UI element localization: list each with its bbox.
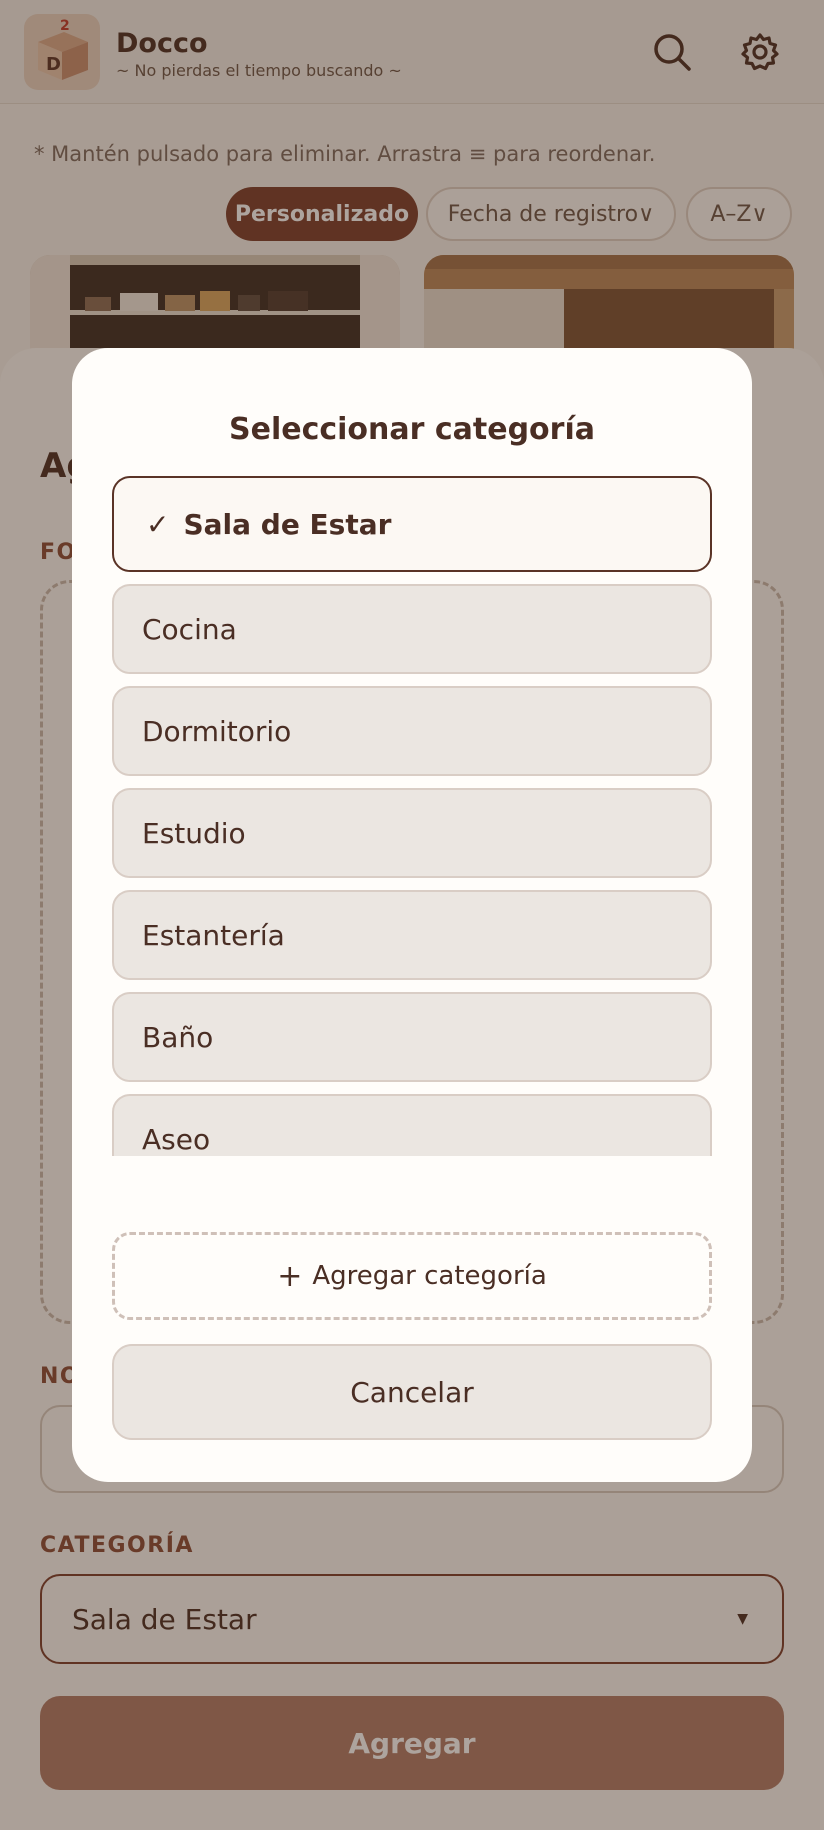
category-option-label: Baño [142, 1020, 214, 1054]
category-option[interactable]: Cocina [112, 584, 712, 674]
plus-icon: + [277, 1258, 303, 1294]
category-option-label: Estantería [142, 918, 285, 952]
category-option[interactable]: Estantería [112, 890, 712, 980]
category-option-label: Sala de Estar [183, 507, 392, 541]
category-option[interactable]: Estudio [112, 788, 712, 878]
category-option-label: Dormitorio [142, 714, 292, 748]
add-category-label: Agregar categoría [312, 1261, 547, 1291]
category-option[interactable]: Baño [112, 992, 712, 1082]
check-icon: ✓ [146, 507, 170, 541]
category-option-label: Aseo [142, 1122, 211, 1156]
category-picker-modal: Seleccionar categoría ✓ Sala de Estar Co… [72, 348, 752, 1482]
category-list[interactable]: ✓ Sala de Estar Cocina Dormitorio Estudi… [112, 476, 712, 1156]
category-option-label: Estudio [142, 816, 246, 850]
category-option[interactable]: Dormitorio [112, 686, 712, 776]
category-option-label: Cocina [142, 612, 237, 646]
cancel-button[interactable]: Cancelar [112, 1344, 712, 1440]
category-option-selected[interactable]: ✓ Sala de Estar [112, 476, 712, 572]
modal-title: Seleccionar categoría [228, 412, 595, 447]
add-category-button[interactable]: + Agregar categoría [112, 1232, 712, 1320]
category-option[interactable]: Aseo [112, 1094, 712, 1156]
